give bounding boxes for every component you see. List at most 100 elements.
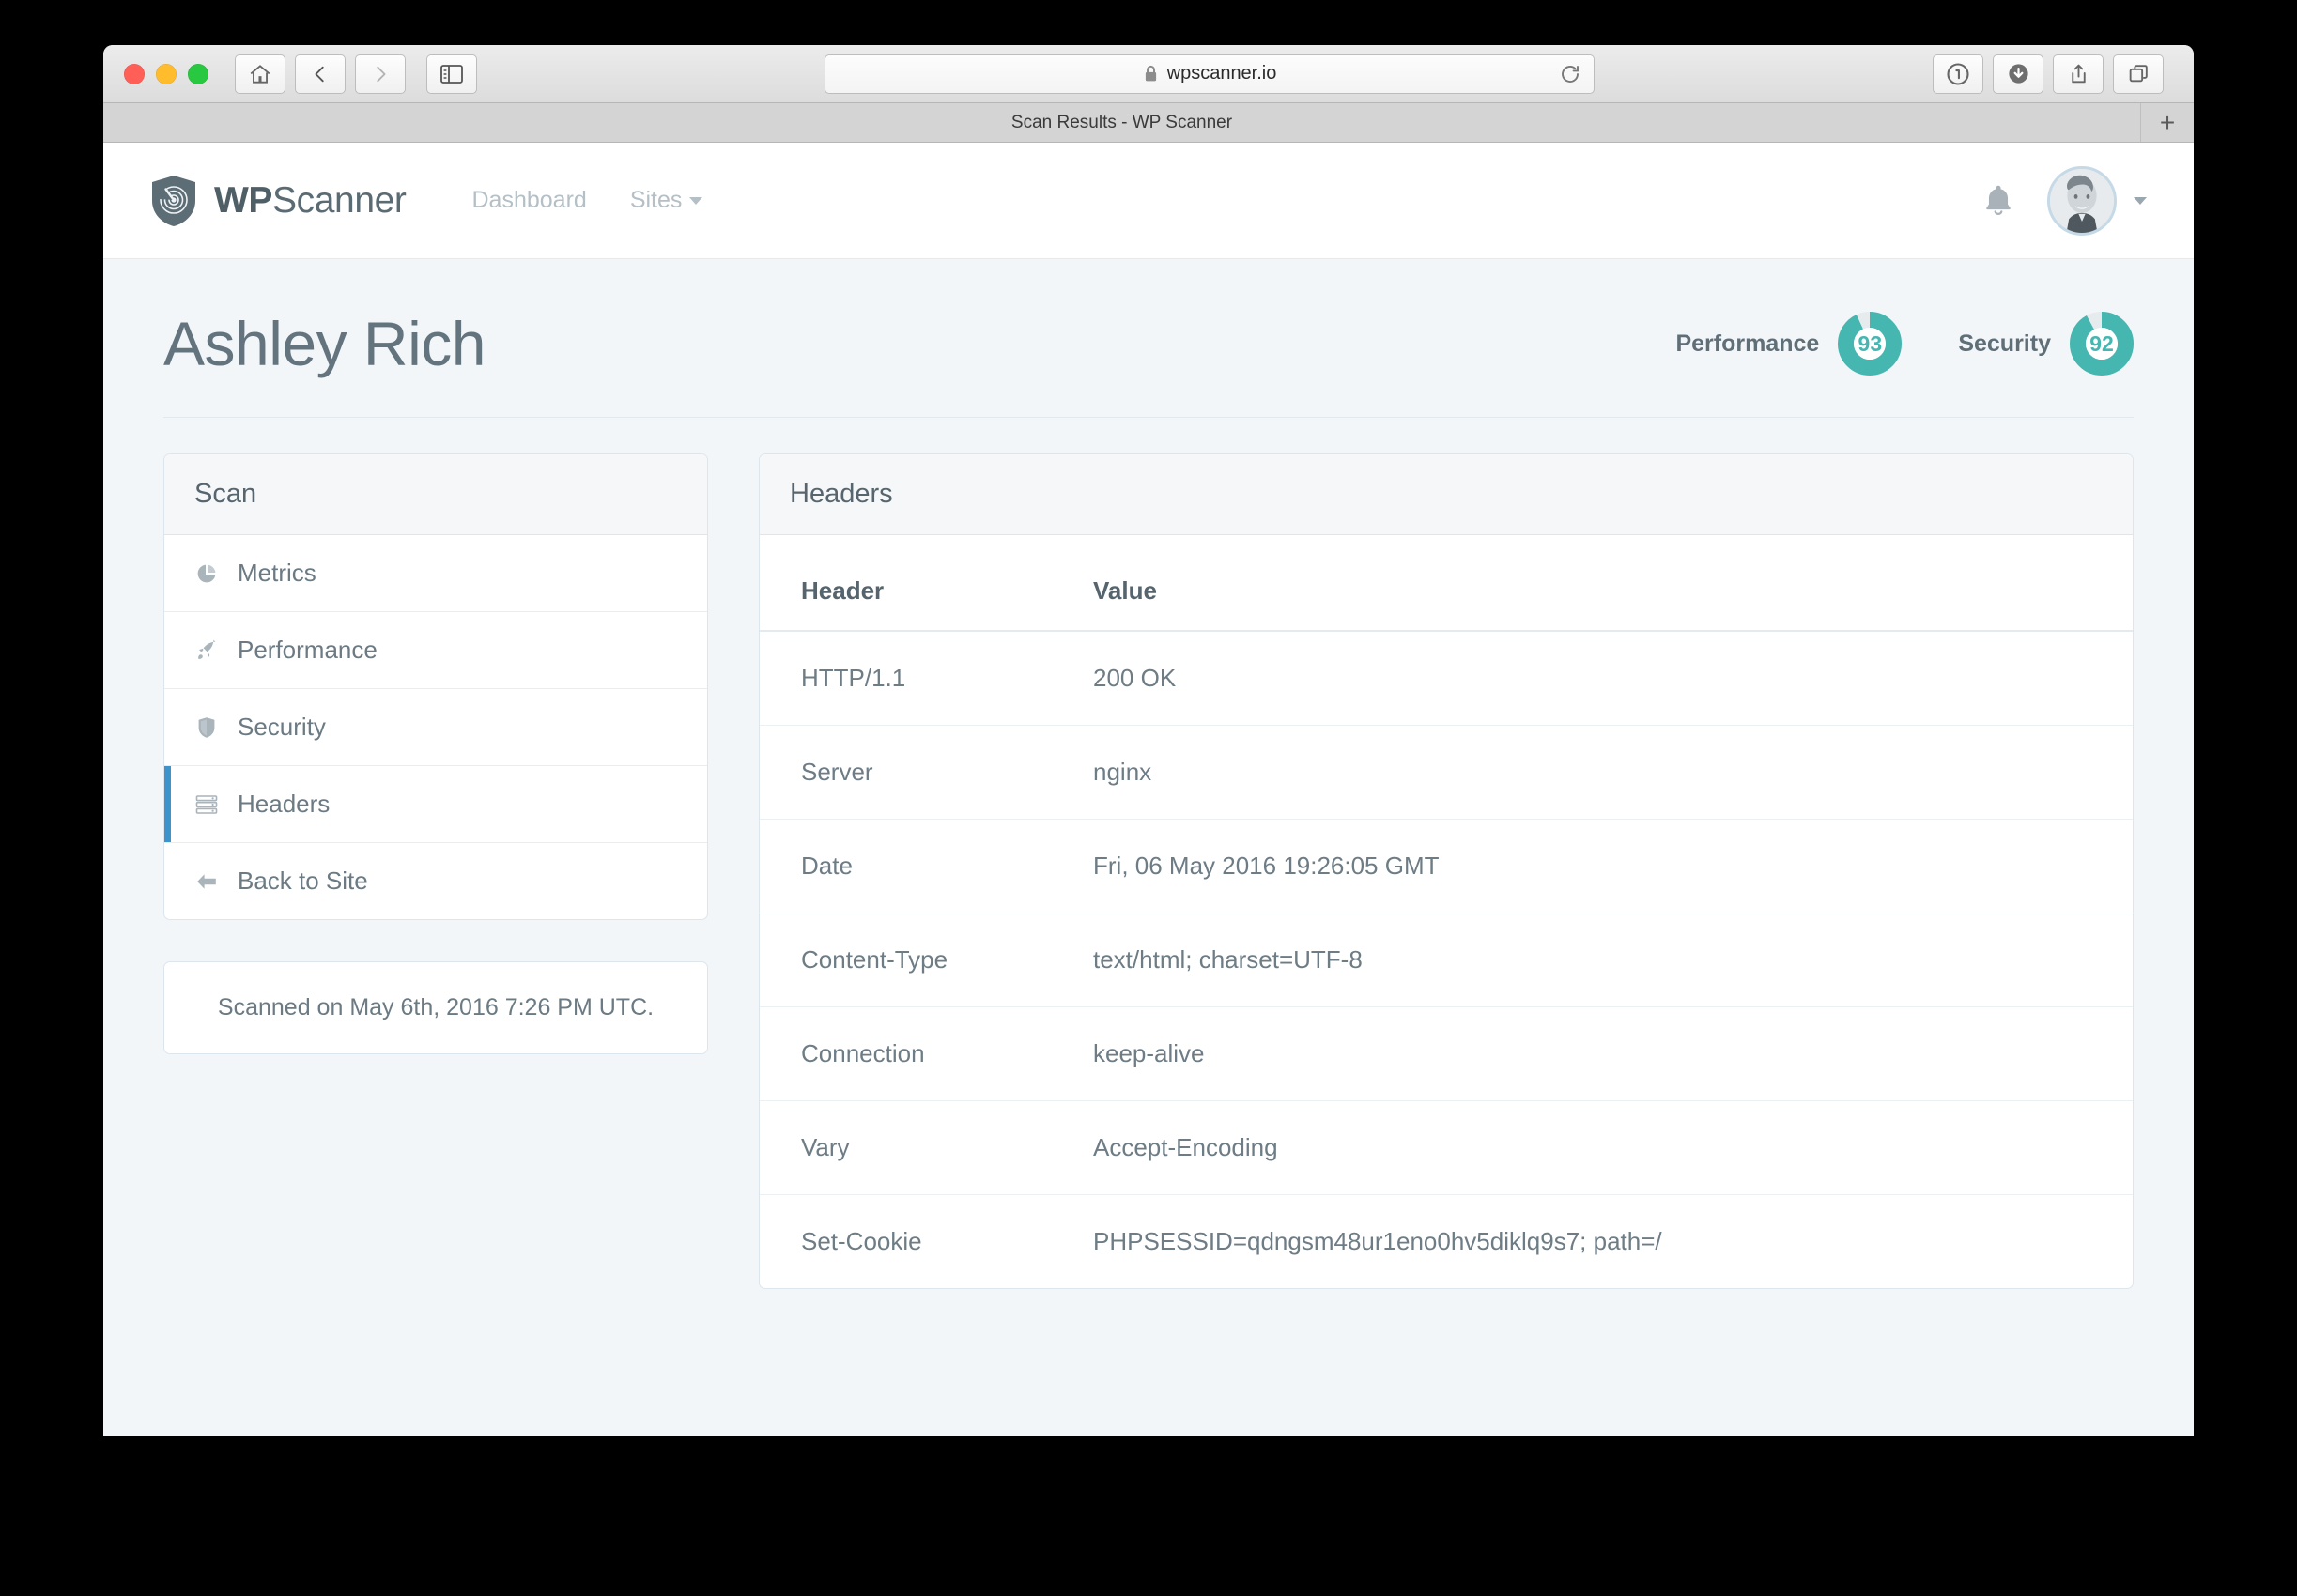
header-name-cell: Date [760, 819, 1093, 913]
new-tab-button[interactable]: + [2141, 103, 2194, 142]
sidebar-label-back-to-site: Back to Site [238, 867, 368, 895]
server-list-icon [194, 792, 219, 817]
scanned-on-text: Scanned on May 6th, 2016 7:26 PM UTC. [217, 994, 655, 1021]
arrow-left-icon [194, 869, 219, 894]
tab-title: Scan Results - WP Scanner [1010, 112, 1233, 132]
browser-window: wpscanner.io Scan Results - WP Scanner +… [103, 45, 2194, 1436]
gauge-value-security: 92 [2089, 330, 2114, 356]
forward-icon[interactable] [355, 54, 406, 94]
score-security: Security 92 [1958, 312, 2134, 376]
close-window-button[interactable] [124, 63, 145, 84]
bell-icon[interactable] [1981, 182, 2015, 220]
sidebar-item-metrics[interactable]: Metrics [164, 535, 707, 612]
headers-card-title: Headers [760, 454, 2133, 535]
rocket-icon [194, 638, 219, 663]
reload-icon[interactable] [1556, 60, 1584, 88]
scan-nav-list: Metrics Performance Security Headers Bac… [164, 535, 707, 919]
header-name-cell: HTTP/1.1 [760, 631, 1093, 726]
header-name-cell: Vary [760, 1100, 1093, 1195]
sidebar-label-security: Security [238, 713, 326, 741]
scanned-on-card: Scanned on May 6th, 2016 7:26 PM UTC. [163, 961, 708, 1054]
app-viewport: WPScanner Dashboard Sites Ashley Rich Pe… [103, 143, 2194, 1436]
main-nav: Dashboard Sites [472, 187, 703, 214]
header-value-cell: Fri, 06 May 2016 19:26:05 GMT [1093, 819, 2133, 913]
header-value-cell: text/html; charset=UTF-8 [1093, 913, 2133, 1007]
nav-item-sites[interactable]: Sites [630, 187, 703, 214]
headers-table-header-row: Header Value [760, 535, 2133, 632]
header-name-cell: Set-Cookie [801, 1227, 922, 1255]
score-label-security: Security [1958, 330, 2051, 357]
avatar[interactable] [2047, 165, 2117, 236]
headers-table: Header Value HTTP/1.1 200 OK Server nginx Da… [760, 535, 2133, 1288]
page-title: Ashley Rich [163, 309, 486, 378]
header-value-cell: 200 OK [1093, 631, 2133, 726]
sidebar-label-headers: Headers [238, 790, 331, 818]
score-gauges: Performance 93 Security 92 [1675, 312, 2134, 376]
header-value-cell: PHPSESSID=qdngsm48ur1eno0hv5diklq9s7; pa… [1093, 1227, 1662, 1255]
nav-label-sites: Sites [629, 187, 683, 213]
browser-toolbar: wpscanner.io [103, 45, 2194, 103]
1password-icon[interactable] [1933, 54, 1983, 94]
back-icon[interactable] [295, 54, 346, 94]
scan-card-title: Scan [164, 454, 707, 535]
header-value-cell: keep-alive [1093, 1006, 2133, 1101]
gauge-security: 92 [2070, 312, 2134, 376]
tab-bar: Scan Results - WP Scanner + [103, 103, 2194, 143]
sidebar-item-security[interactable]: Security [164, 689, 707, 766]
content-area: Scan Metrics Performance Security Header… [163, 453, 2134, 1289]
page-content: Ashley Rich Performance 93 Security 92 S… [103, 259, 2194, 1289]
headers-column: Headers Header Value HTTP/1.1 200 OK Serve… [759, 453, 2134, 1289]
score-label-performance: Performance [1675, 330, 1820, 357]
sidebar-label-metrics: Metrics [238, 559, 316, 587]
sidebar-icon[interactable] [426, 54, 477, 94]
downloads-icon[interactable] [1993, 54, 2043, 94]
minimize-window-button[interactable] [156, 63, 177, 84]
lock-icon [1145, 65, 1156, 82]
browser-tab[interactable]: Scan Results - WP Scanner [103, 103, 2141, 142]
header-name-cell: Content-Type [760, 913, 1093, 1007]
share-icon[interactable] [2053, 54, 2104, 94]
gauge-performance: 93 [1838, 312, 1903, 376]
url-display: wpscanner.io [1143, 63, 1277, 84]
column-header-header: Header [760, 535, 1093, 632]
shield-icon [194, 715, 219, 740]
user-avatar-image [2050, 168, 2114, 233]
user-menu[interactable] [2047, 165, 2147, 236]
table-row: Vary Accept-Encoding [760, 1100, 2133, 1195]
url-text: wpscanner.io [1166, 63, 1277, 84]
header-divider [163, 417, 2134, 418]
header-name-cell: Connection [760, 1006, 1093, 1101]
nav-item-dashboard[interactable]: Dashboard [472, 187, 587, 214]
header-right [1981, 165, 2147, 236]
shield-logo-icon [152, 175, 195, 226]
toolbar-right-group [1993, 54, 2173, 94]
table-row: Set-Cookie PHPSESSID=qdngsm48ur1eno0hv5di… [760, 1195, 2133, 1289]
table-row: Date Fri, 06 May 2016 19:26:05 GMT [760, 819, 2133, 913]
brand-logo[interactable]: WPScanner [148, 174, 407, 228]
tab-overview-icon[interactable] [2113, 54, 2164, 94]
table-row: HTTP/1.1 200 OK [760, 631, 2133, 726]
sidebar-item-back-to-site[interactable]: Back to Site [164, 843, 707, 919]
home-icon[interactable] [235, 54, 285, 94]
chevron-down-icon [689, 196, 703, 205]
address-bar-container: wpscanner.io [486, 54, 1933, 94]
address-bar[interactable]: wpscanner.io [825, 54, 1595, 94]
page-header: Ashley Rich Performance 93 Security 92 [163, 308, 2134, 417]
column-header-value: Value [1093, 535, 2133, 632]
sidebar-item-headers[interactable]: Headers [164, 766, 707, 843]
table-row: Server nginx [760, 725, 2133, 820]
pie-chart-icon [194, 561, 219, 586]
header-value-cell: Accept-Encoding [1093, 1100, 2133, 1195]
brand-name-light: Scanner [272, 179, 407, 221]
sidebar-item-performance[interactable]: Performance [164, 612, 707, 689]
header-name-cell: Server [760, 725, 1093, 820]
score-performance: Performance 93 [1675, 312, 1903, 376]
table-row: Connection keep-alive [760, 1006, 2133, 1101]
user-menu-chevron-down-icon[interactable] [2134, 196, 2147, 205]
app-header: WPScanner Dashboard Sites [103, 143, 2194, 259]
brand-name-bold: WP [214, 179, 273, 221]
gauge-value-performance: 93 [1858, 330, 1883, 356]
headers-table-head: Header Value [760, 535, 2133, 632]
maximize-window-button[interactable] [188, 63, 208, 84]
sidebar-label-performance: Performance [238, 636, 378, 664]
